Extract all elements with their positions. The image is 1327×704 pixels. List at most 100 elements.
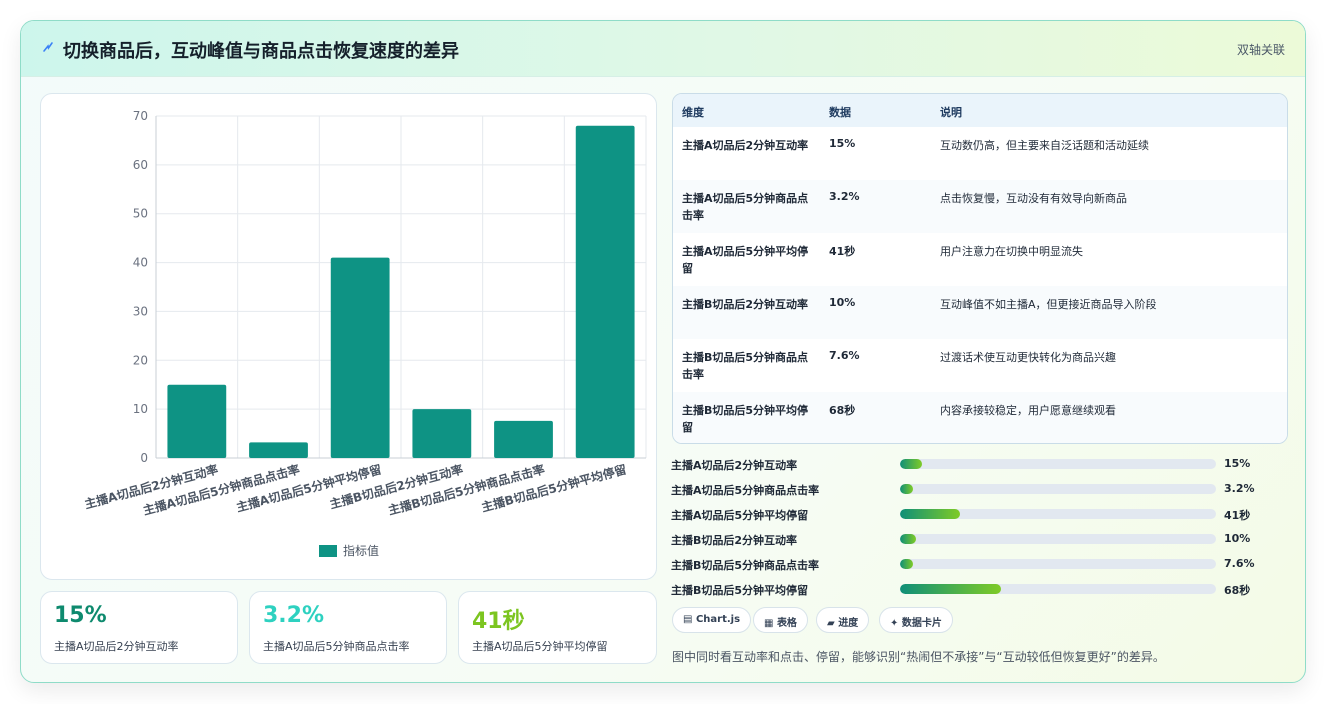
table-row: 主播B切品后5分钟平均停留 68秒 内容承接较稳定，用户愿意继续观看 [673, 392, 1287, 443]
stat-label: 主播A切品后2分钟互动率 [54, 640, 179, 653]
cell-dimension: 主播A切品后5分钟平均停留 [682, 245, 809, 275]
stat-card-1: 15% 主播A切品后2分钟互动率 [40, 591, 238, 664]
cell-dimension: 主播B切品后5分钟平均停留 [682, 404, 809, 434]
progress-track [900, 534, 1216, 544]
header-tag: 双轴关联 [1236, 43, 1285, 57]
progress-value: 68秒 [1224, 584, 1251, 597]
progress-row: 主播A切品后5分钟平均停留 41秒 [671, 504, 1291, 524]
cell-description: 点击恢复慢，互动没有有效导向新商品 [940, 192, 1127, 205]
column-header-description: 说明 [940, 106, 962, 119]
table-row: 主播A切品后2分钟互动率 15% 互动数仍高，但主要来自泛话题和活动延续 [673, 127, 1287, 181]
cell-data: 10% [829, 296, 856, 309]
bar-chart: 010203040506070主播A切品后2分钟互动率主播A切品后5分钟商品点击… [83, 109, 647, 558]
chip-label: 数据卡片 [901, 618, 942, 629]
progress-label: 主播A切品后5分钟平均停留 [671, 509, 809, 522]
cell-data: 7.6% [829, 349, 860, 362]
column-header-dimension: 维度 [682, 106, 704, 119]
chip-chartjs[interactable]: ▤ Chart.js [672, 607, 752, 633]
progress-track [900, 484, 1216, 494]
progress-fill [900, 484, 913, 494]
bar [575, 125, 635, 459]
cell-data: 15% [829, 137, 856, 150]
progress-row: 主播B切品后2分钟互动率 10% [671, 529, 1291, 549]
table-row: 主播B切品后2分钟互动率 10% 互动峰值不如主播A，但更接近商品导入阶段 [673, 286, 1287, 340]
x-tick-label: 主播B切品后5分钟平均停留 [480, 461, 628, 514]
stat-card-3: 41秒 主播A切品后5分钟平均停留 [458, 591, 657, 664]
y-tick-label: 30 [133, 304, 148, 318]
stat-value: 3.2% [263, 603, 325, 628]
bar [167, 384, 227, 458]
chip-table[interactable]: ▦ 表格 [753, 607, 808, 633]
cell-data: 41秒 [829, 245, 856, 258]
cell-description: 内容承接较稳定，用户愿意继续观看 [940, 404, 1116, 417]
progress-track [900, 509, 1216, 519]
progress-track [900, 584, 1216, 594]
progress-value: 7.6% [1224, 557, 1255, 570]
cell-dimension: 主播B切品后2分钟互动率 [682, 298, 809, 311]
bar [330, 257, 390, 458]
footnote: 图中同时看互动率和点击、停留，能够识别“热闹但不承接”与“互动较低但恢复更好”的… [672, 650, 1165, 664]
progress-label: 主播B切品后2分钟互动率 [671, 534, 798, 547]
y-tick-label: 0 [140, 451, 148, 465]
chip-label: 表格 [776, 618, 797, 629]
bar-chart-panel: 0 10 20 30 40 50 60 70 主播A切品后2分钟互动率 主播A切品后5分钟商品点击… [40, 93, 657, 580]
cell-data: 68秒 [829, 404, 856, 417]
bar [412, 409, 472, 458]
progress-label: 主播A切品后5分钟商品点击率 [671, 484, 820, 497]
progress-track [900, 559, 1216, 569]
y-tick-label: 50 [133, 207, 148, 221]
progress-value: 3.2% [1224, 482, 1255, 495]
progress-value: 41秒 [1224, 509, 1251, 522]
stat-label: 主播A切品后5分钟商品点击率 [263, 640, 410, 653]
progress-fill [900, 559, 913, 569]
card-header: 切换商品后，互动峰值与商品点击恢复速度的差异 双轴关联 [21, 21, 1305, 77]
cell-description: 互动数仍高，但主要来自泛话题和活动延续 [940, 139, 1149, 152]
y-tick-label: 60 [133, 158, 148, 172]
stat-value: 15% [54, 603, 107, 628]
stat-card-2: 3.2% 主播A切品后5分钟商品点击率 [249, 591, 447, 664]
progress-label: 主播B切品后5分钟平均停留 [671, 584, 809, 597]
progress-value: 15% [1224, 457, 1251, 470]
progress-row: 主播B切品后5分钟平均停留 68秒 [671, 579, 1291, 599]
legend-swatch [319, 545, 337, 557]
y-tick-label: 70 [133, 109, 148, 123]
y-tick-label: 10 [133, 402, 148, 416]
sparkle-icon: ✦ [890, 618, 899, 629]
column-header-data: 数据 [829, 106, 851, 119]
progress-fill [900, 584, 1002, 594]
chip-data-cards[interactable]: ✦ 数据卡片 [879, 607, 953, 633]
progress-fill [900, 534, 916, 544]
table-row: 主播A切品后5分钟商品点击率 3.2% 点击恢复慢，互动没有有效导向新商品 [673, 180, 1287, 234]
progress-fill [900, 509, 961, 519]
progress-fill [900, 459, 923, 469]
progress-icon: ▰ [827, 618, 835, 629]
cell-description: 用户注意力在切换中明显流失 [940, 245, 1083, 258]
bar [249, 442, 308, 458]
progress-row: 主播B切品后5分钟商品点击率 7.6% [671, 554, 1291, 574]
chip-label: Chart.js [695, 614, 741, 625]
cell-description: 过渡话术使互动更快转化为商品兴趣 [940, 351, 1116, 364]
cell-dimension: 主播A切品后2分钟互动率 [682, 139, 809, 152]
cell-dimension: 主播A切品后5分钟商品点击率 [682, 192, 809, 222]
lightning-icon [41, 39, 55, 58]
cell-data: 3.2% [829, 190, 860, 203]
bar [494, 420, 553, 458]
chart-icon: ▤ [683, 614, 693, 625]
progress-row: 主播A切品后2分钟互动率 15% [671, 454, 1291, 474]
table-row: 主播A切品后5分钟平均停留 41秒 用户注意力在切换中明显流失 [673, 233, 1287, 287]
y-tick-label: 20 [133, 353, 148, 367]
progress-label: 主播B切品后5分钟商品点击率 [671, 559, 820, 572]
chip-progress[interactable]: ▰ 进度 [816, 607, 870, 633]
stat-label: 主播A切品后5分钟平均停留 [472, 640, 608, 653]
cell-dimension: 主播B切品后5分钟商品点击率 [682, 351, 809, 381]
progress-track [900, 459, 1216, 469]
legend-label: 指标值 [343, 543, 379, 558]
table-header: 维度 数据 说明 [673, 94, 1287, 128]
data-table: 维度 数据 说明 主播A切品后2分钟互动率 15% 互动数仍高，但主要来自泛话题… [672, 93, 1288, 444]
x-tick-label: 主播A切品后5分钟平均停留 [235, 461, 383, 514]
progress-label: 主播A切品后2分钟互动率 [671, 459, 798, 472]
chip-label: 进度 [838, 618, 859, 629]
dashboard-card: 切换商品后，互动峰值与商品点击恢复速度的差异 双轴关联 0 10 20 30 40 50 6… [20, 20, 1306, 683]
progress-value: 10% [1224, 532, 1251, 545]
cell-description: 互动峰值不如主播A，但更接近商品导入阶段 [940, 298, 1157, 311]
